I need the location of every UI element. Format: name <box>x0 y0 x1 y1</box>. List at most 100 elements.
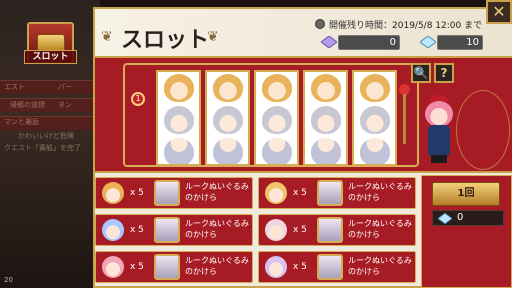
reward-name: ルークぬいぐるみのかけら <box>348 219 412 239</box>
help-button[interactable]: ? <box>434 63 454 83</box>
reward-cell: x 5 ルークぬいぐるみのかけら <box>258 177 416 209</box>
reel-symbol <box>256 136 297 164</box>
reward-cell: x 5 ルークぬいぐるみのかけら <box>95 177 253 209</box>
plush-fragment-icon[interactable] <box>317 180 343 206</box>
character-face-icon <box>163 74 194 102</box>
match-multiplier: x 5 <box>130 188 144 198</box>
reward-name: ルークぬいぐるみのかけら <box>185 219 249 239</box>
plush-fragment-icon[interactable] <box>154 254 180 280</box>
search-button[interactable]: 🔍 <box>411 63 431 83</box>
character-face-icon <box>212 138 243 164</box>
ghost-text: タン <box>58 101 72 109</box>
ghost-text: エスト <box>4 83 25 91</box>
character-face-icon <box>163 106 194 134</box>
mascot-character <box>420 95 458 165</box>
spin-cost-value: 0 <box>457 212 464 223</box>
reward-name: ルークぬいぐるみのかけら <box>348 182 412 202</box>
reel-symbol <box>354 136 395 164</box>
slot-reel <box>352 70 397 166</box>
slot-reel <box>303 70 348 166</box>
character-face-icon <box>163 138 194 164</box>
reward-cell: x 5 ルークぬいぐるみのかけら <box>95 214 253 246</box>
ghost-text: クエスト「貴船」を完了 <box>4 144 81 152</box>
reward-name: ルークぬいぐるみのかけら <box>185 256 249 276</box>
reward-cell: x 5 ルークぬいぐるみのかけら <box>258 251 416 283</box>
match-multiplier: x 5 <box>130 225 144 235</box>
character-face-icon <box>261 138 292 164</box>
slot-lever[interactable] <box>398 84 410 156</box>
reel-symbol <box>256 72 297 104</box>
reward-name: ルークぬいぐるみのかけら <box>348 256 412 276</box>
slot-event-label: スロット <box>24 50 77 64</box>
character-face-icon <box>310 138 341 164</box>
reel-symbol <box>354 72 395 104</box>
reel-symbol <box>305 104 346 136</box>
remaining-label: 開催残り時間： <box>329 21 393 31</box>
decorative-dial <box>456 90 510 170</box>
character-face-icon <box>261 106 292 134</box>
reel-symbol <box>158 104 199 136</box>
blue-gem-icon <box>420 36 436 48</box>
reel-symbol <box>207 104 248 136</box>
character-face-icon <box>310 74 341 102</box>
ghost-text: パー <box>58 83 72 91</box>
match-multiplier: x 5 <box>293 188 307 198</box>
bet-line-badge: 1 <box>131 92 145 106</box>
flourish-icon: ❦ <box>207 29 219 45</box>
purple-gem-count: 0 <box>338 35 400 50</box>
ghost-text: かわいいけど危険 <box>18 132 74 140</box>
plush-fragment-icon[interactable] <box>317 254 343 280</box>
reel-symbol <box>256 104 297 136</box>
lever-stick <box>403 94 406 144</box>
mascot-body <box>428 125 450 157</box>
slot-reel <box>156 70 201 166</box>
character-face-icon <box>212 74 243 102</box>
flourish-icon: ❦ <box>101 29 113 45</box>
reward-cell: x 5 ルークぬいぐるみのかけら <box>258 214 416 246</box>
reel-symbol <box>305 72 346 104</box>
mascot-head <box>425 101 453 127</box>
reward-name: ルークぬいぐるみのかけら <box>185 182 249 202</box>
reel-symbol <box>158 72 199 104</box>
character-face-icon <box>265 182 287 204</box>
blue-gem-icon <box>438 213 452 224</box>
spin-once-button[interactable]: 1回 <box>432 182 500 206</box>
plush-fragment-icon[interactable] <box>154 217 180 243</box>
page-title: スロット <box>121 28 210 53</box>
bottom-counter: 20 <box>4 276 13 284</box>
character-face-icon <box>310 106 341 134</box>
character-face-icon <box>102 182 124 204</box>
reel-symbol <box>354 104 395 136</box>
slot-reel <box>254 70 299 166</box>
blue-gem-count: 10 <box>437 35 483 50</box>
match-multiplier: x 5 <box>293 225 307 235</box>
character-face-icon <box>212 106 243 134</box>
purple-gem-icon <box>321 36 337 48</box>
reel-symbol <box>158 136 199 164</box>
character-face-icon <box>359 106 390 134</box>
match-multiplier: x 5 <box>293 262 307 272</box>
spin-panel: 1回 0 <box>421 175 512 288</box>
character-face-icon <box>359 138 390 164</box>
character-face-icon <box>265 219 287 241</box>
plush-fragment-icon[interactable] <box>154 180 180 206</box>
character-face-icon <box>265 256 287 278</box>
reward-cell: x 5 ルークぬいぐるみのかけら <box>95 251 253 283</box>
reel-symbol <box>207 136 248 164</box>
clock-icon <box>315 19 325 29</box>
ghost-text: マンと邂逅 <box>4 118 39 126</box>
character-face-icon <box>102 256 124 278</box>
slot-reel <box>205 70 250 166</box>
mascot-legs <box>431 155 447 163</box>
close-button[interactable]: ✕ <box>486 0 512 24</box>
character-face-icon <box>261 74 292 102</box>
plush-fragment-icon[interactable] <box>317 217 343 243</box>
character-face-icon <box>359 74 390 102</box>
character-face-icon <box>102 219 124 241</box>
spin-cost: 0 <box>432 210 504 226</box>
reel-symbol <box>207 72 248 104</box>
reel-symbol <box>305 136 346 164</box>
ghost-text: 帰郷の道標 <box>10 101 45 109</box>
remaining-value: 2019/5/8 12:00 まで <box>392 21 483 31</box>
match-multiplier: x 5 <box>130 262 144 272</box>
